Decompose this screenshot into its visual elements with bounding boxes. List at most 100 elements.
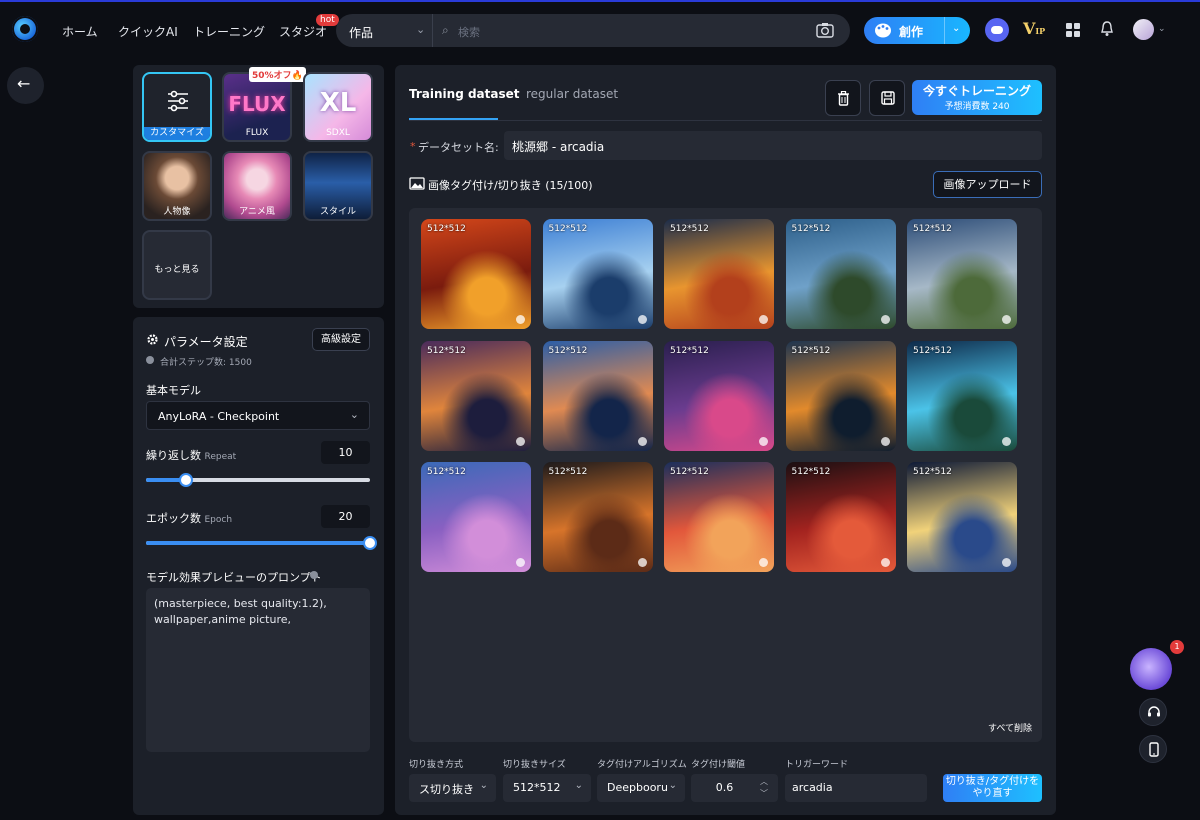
epoch-slider-handle[interactable]: [363, 536, 377, 550]
chevron-down-icon: ⌄: [574, 780, 583, 791]
repeat-slider-handle[interactable]: [179, 473, 193, 487]
dataset-image-thumb[interactable]: 512*512: [542, 340, 653, 451]
tag-threshold-stepper[interactable]: 0.6 ︿ ﹀: [691, 774, 778, 802]
stepper-up-icon[interactable]: ︿: [760, 776, 768, 787]
tag-icon[interactable]: [759, 558, 768, 567]
crop-size-select[interactable]: 512*512 ⌄: [503, 774, 591, 802]
model-card-label: FLUX: [245, 128, 269, 138]
tab-regular-dataset[interactable]: regular dataset: [526, 87, 618, 101]
dataset-image-thumb[interactable]: 512*512: [785, 340, 896, 451]
tag-icon[interactable]: [637, 558, 647, 567]
support-button[interactable]: [1139, 698, 1167, 726]
dataset-name-label: データセット名:: [418, 141, 499, 154]
tag-icon[interactable]: [880, 558, 890, 567]
mobile-app-button[interactable]: [1139, 735, 1167, 763]
nav-home[interactable]: ホーム: [62, 23, 98, 40]
chevron-down-icon: ⌄: [479, 780, 488, 791]
prompt-textarea[interactable]: (masterpiece, best quality:1.2), wallpap…: [146, 588, 370, 752]
model-card-portrait[interactable]: 人物像: [142, 151, 212, 221]
apps-grid-icon[interactable]: [1066, 23, 1080, 37]
image-resolution-label: 512*512: [913, 224, 952, 234]
dataset-image-thumb[interactable]: 512*512: [907, 340, 1017, 451]
arrow-left-icon: ←: [17, 74, 31, 93]
tag-icon[interactable]: [1002, 436, 1011, 446]
image-grid: 512*512 512*512 512*512 512*512 512*512 512*5…: [409, 208, 1042, 742]
tag-icon[interactable]: [759, 315, 768, 324]
vip-icon[interactable]: VIP: [1023, 19, 1045, 38]
save-icon: [881, 91, 895, 105]
tag-icon[interactable]: [880, 436, 890, 446]
dataset-image-thumb[interactable]: 512*512: [542, 462, 653, 572]
image-resolution-label: 512*512: [427, 467, 466, 477]
delete-all-link[interactable]: すべて削除: [988, 721, 1032, 734]
nav-quick-ai[interactable]: クイックAI: [118, 23, 178, 40]
assistant-mascot-icon[interactable]: [1130, 648, 1172, 690]
model-card-label: アニメ風: [239, 207, 275, 217]
repeat-input[interactable]: 10: [321, 441, 370, 464]
save-button[interactable]: [869, 80, 905, 116]
redo-crop-tag-button[interactable]: 切り抜き/タグ付けを やり直す: [943, 774, 1042, 802]
chevron-down-icon[interactable]: ⌄: [1158, 24, 1166, 34]
crop-method-select[interactable]: ス切り抜き ⌄: [409, 774, 496, 802]
dataset-image-thumb[interactable]: 512*512: [907, 219, 1017, 329]
tag-icon[interactable]: [637, 436, 647, 446]
chevron-down-icon: ⌄: [349, 408, 359, 421]
nav-training[interactable]: トレーニング: [193, 23, 265, 40]
delete-button[interactable]: [825, 80, 861, 116]
upload-images-button[interactable]: 画像アップロード: [933, 171, 1042, 198]
base-model-label: 基本モデル: [146, 384, 201, 397]
back-button[interactable]: ←: [7, 67, 44, 104]
notification-badge: 1: [1170, 640, 1184, 654]
info-icon[interactable]: [310, 571, 318, 579]
dataset-image-thumb[interactable]: 512*512: [907, 462, 1017, 572]
base-model-select[interactable]: AnyLoRA - Checkpoint ⌄: [146, 401, 370, 430]
dataset-image-thumb[interactable]: 512*512: [785, 219, 896, 329]
model-card-customize[interactable]: カスタマイズ: [142, 72, 212, 142]
dataset-image-thumb[interactable]: 512*512: [421, 219, 531, 329]
tag-icon[interactable]: [759, 436, 768, 446]
dataset-image-thumb[interactable]: 512*512: [664, 340, 774, 451]
tag-icon[interactable]: [516, 558, 525, 567]
tab-training-dataset[interactable]: Training dataset: [409, 87, 520, 101]
dataset-image-thumb[interactable]: 512*512: [664, 462, 774, 572]
search-input[interactable]: 検索: [458, 24, 480, 40]
dataset-image-thumb[interactable]: 512*512: [664, 219, 774, 329]
dataset-image-thumb[interactable]: 512*512: [421, 462, 531, 572]
tag-icon[interactable]: [637, 315, 647, 324]
model-card-label: カスタマイズ: [144, 127, 210, 140]
tag-icon[interactable]: [1002, 315, 1011, 324]
epoch-input[interactable]: 20: [321, 505, 370, 528]
model-card-anime[interactable]: アニメ風: [222, 151, 292, 221]
image-resolution-label: 512*512: [791, 224, 831, 234]
advanced-settings-button[interactable]: 高級設定: [312, 328, 370, 351]
camera-icon[interactable]: [816, 22, 834, 38]
dataset-image-thumb[interactable]: 512*512: [421, 340, 531, 451]
model-card-more[interactable]: もっと見る: [142, 230, 212, 300]
create-button[interactable]: 創作 ⌄: [864, 17, 970, 44]
dataset-image-thumb[interactable]: 512*512: [785, 462, 896, 572]
app-logo[interactable]: [12, 16, 38, 42]
tag-icon[interactable]: [516, 315, 525, 324]
model-card-flux[interactable]: FLUX FLUX: [222, 72, 292, 142]
tag-icon[interactable]: [1002, 558, 1011, 567]
start-training-button[interactable]: 今すぐトレーニング 予想消費数 240: [912, 80, 1042, 115]
chevron-down-icon[interactable]: ⌄: [952, 23, 960, 34]
search-icon: ⌕: [442, 23, 449, 37]
tag-algorithm-label: タグ付けアルゴリズム: [597, 760, 687, 770]
tag-icon[interactable]: [516, 436, 525, 446]
bell-icon[interactable]: [1100, 21, 1114, 37]
dataset-name-input[interactable]: 桃源郷 - arcadia: [504, 131, 1042, 160]
model-card-style[interactable]: スタイル: [303, 151, 373, 221]
discord-icon[interactable]: [985, 18, 1009, 42]
image-resolution-label: 512*512: [548, 345, 588, 356]
image-resolution-label: 512*512: [913, 345, 952, 356]
stepper-down-icon[interactable]: ﹀: [760, 788, 768, 799]
tag-icon[interactable]: [880, 315, 890, 324]
tag-algorithm-select[interactable]: Deepbooru ⌄: [597, 774, 685, 802]
trigger-word-input[interactable]: arcadia: [785, 774, 927, 802]
model-card-sdxl[interactable]: XL SDXL: [303, 72, 373, 142]
search-category-select[interactable]: 作品 ⌄: [336, 14, 433, 47]
dataset-image-thumb[interactable]: 512*512: [542, 219, 653, 329]
trigger-word-label: トリガーワード: [785, 760, 849, 770]
avatar[interactable]: [1133, 19, 1154, 40]
